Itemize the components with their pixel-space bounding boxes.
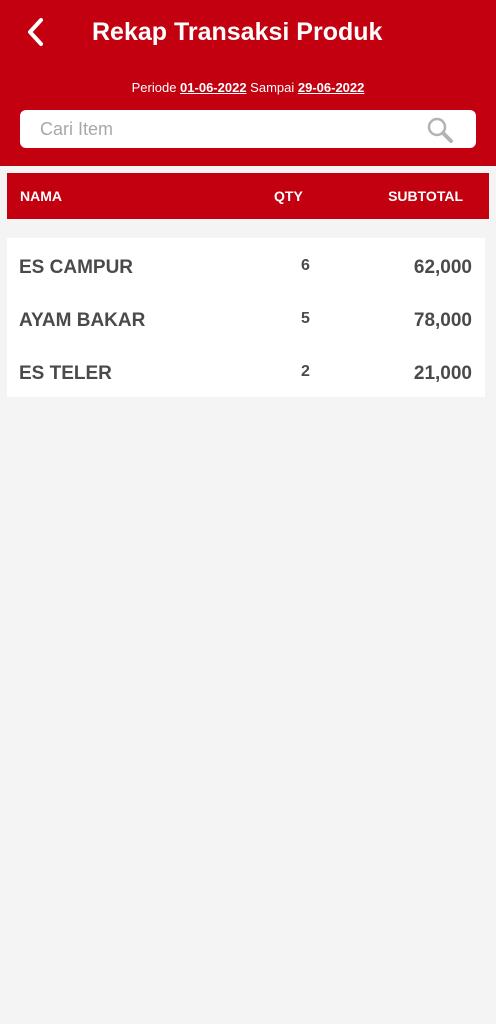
search-icon[interactable] xyxy=(426,116,454,144)
table-row[interactable]: ES TELER 2 21,000 xyxy=(7,346,485,399)
product-name: ES TELER xyxy=(19,363,112,384)
product-subtotal: 62,000 xyxy=(413,257,472,278)
product-name: AYAM BAKAR xyxy=(19,310,146,331)
app-header: Rekap Transaksi Produk Periode 01-06-202… xyxy=(0,0,496,166)
product-qty: 6 xyxy=(301,257,310,274)
period-label: Periode xyxy=(131,80,177,95)
table-row[interactable]: ES CAMPUR 6 62,000 xyxy=(7,240,485,293)
page-title: Rekap Transaksi Produk xyxy=(92,18,383,46)
back-button[interactable] xyxy=(18,12,54,52)
column-header-name: NAMA xyxy=(20,188,62,204)
product-qty: 5 xyxy=(301,310,310,327)
product-subtotal: 78,000 xyxy=(413,310,472,331)
table-row[interactable]: AYAM BAKAR 5 78,000 xyxy=(7,293,485,346)
column-header-qty: QTY xyxy=(274,188,303,204)
column-header-subtotal: SUBTOTAL xyxy=(388,188,463,204)
end-date-link[interactable]: 29-06-2022 xyxy=(298,80,365,95)
search-input[interactable] xyxy=(20,110,416,148)
period-separator-label: Sampai xyxy=(250,80,295,95)
search-box xyxy=(20,110,476,148)
chevron-left-icon xyxy=(28,18,43,46)
table-header: NAMA QTY SUBTOTAL xyxy=(7,173,489,219)
product-subtotal: 21,000 xyxy=(413,363,472,384)
product-list: ES CAMPUR 6 62,000 AYAM BAKAR 5 78,000 E… xyxy=(7,238,485,397)
period-range: Periode 01-06-2022 Sampai 29-06-2022 xyxy=(0,79,496,97)
start-date-link[interactable]: 01-06-2022 xyxy=(180,80,247,95)
product-qty: 2 xyxy=(301,363,310,380)
product-name: ES CAMPUR xyxy=(19,257,134,278)
